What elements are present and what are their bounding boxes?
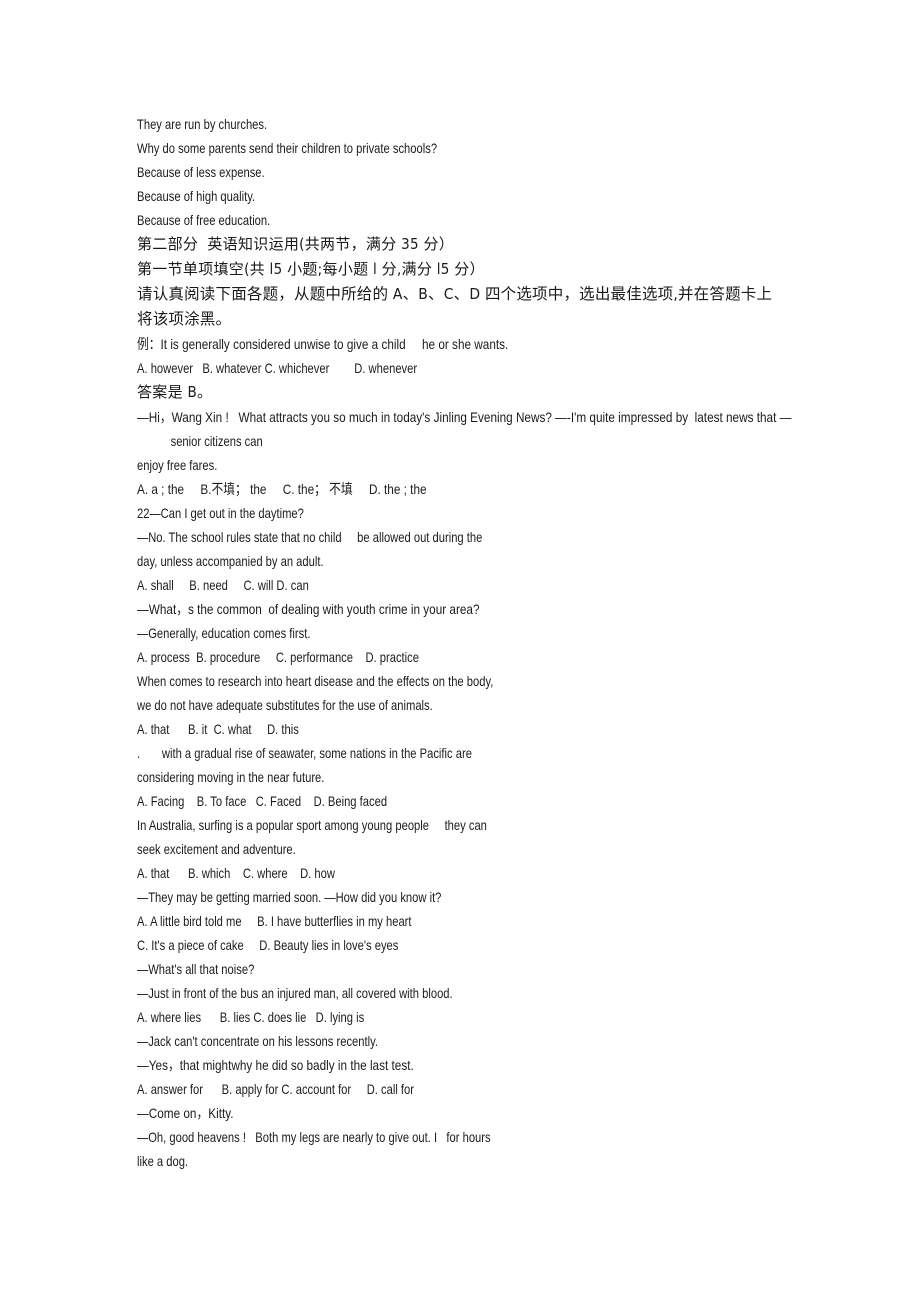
document-line: like a dog.: [137, 1153, 189, 1169]
document-line: A. that B. it C. what D. this: [137, 721, 299, 737]
document-line: —No. The school rules state that no chil…: [137, 529, 483, 545]
document-line: A. A little bird told me B. I have butte…: [137, 913, 412, 929]
document-line: In Australia, surfing is a popular sport…: [137, 817, 487, 833]
document-line: —Hi，Wang Xin ! What attracts you so much…: [137, 409, 792, 425]
document-line: 答案是 B。: [137, 383, 213, 401]
document-line: A. a ; the B.不填； the C. the； 不填 D. the ;…: [137, 481, 427, 497]
document-line: Why do some parents send their children …: [137, 140, 438, 156]
document-line: —Yes，that mightwhy he did so badly in th…: [137, 1057, 414, 1073]
document-line: —They may be getting married soon. —How …: [137, 889, 442, 905]
document-line: A. however B. whatever C. whichever D. w…: [137, 360, 418, 376]
document-line: Because of free education.: [137, 212, 271, 228]
document-line: A. that B. which C. where D. how: [137, 865, 335, 881]
document-line: A. shall B. need C. will D. can: [137, 577, 309, 593]
document-line: enjoy free fares.: [137, 457, 218, 473]
document-line: C. It's a piece of cake D. Beauty lies i…: [137, 937, 399, 953]
document-line: day, unless accompanied by an adult.: [137, 553, 324, 569]
document-line: When comes to research into heart diseas…: [137, 673, 494, 689]
document-line: —Just in front of the bus an injured man…: [137, 985, 453, 1001]
document-line: 第二部分 英语知识运用(共两节，满分 35 分）: [137, 235, 455, 253]
document-text-body: They are run by churches. Why do some par…: [137, 112, 797, 1173]
document-line: A. where lies B. lies C. does lie D. lyi…: [137, 1009, 365, 1025]
document-line: —Generally, education comes first.: [137, 625, 311, 641]
document-line: 第一节单项填空(共 l5 小题;每小题 l 分,满分 l5 分）: [137, 260, 485, 278]
document-line: A. process B. procedure C. performance D…: [137, 649, 419, 665]
document-line: —What，s the common of dealing with youth…: [137, 601, 480, 617]
document-line: A. Facing B. To face C. Faced D. Being f…: [137, 793, 388, 809]
document-line: considering moving in the near future.: [137, 769, 325, 785]
document-line: —Oh, good heavens ! Both my legs are nea…: [137, 1129, 491, 1145]
document-line: 将该项涂黑。: [137, 310, 232, 328]
document-line: —Jack can't concentrate on his lessons r…: [137, 1033, 378, 1049]
document-line: They are run by churches.: [137, 116, 268, 132]
document-line: Because of high quality.: [137, 188, 256, 204]
document-page: They are run by churches. Why do some par…: [0, 0, 920, 1302]
document-line: Because of less expense.: [137, 164, 265, 180]
document-line: —What's all that noise?: [137, 961, 255, 977]
document-line: senior citizens can: [170, 433, 263, 449]
document-line: A. answer for B. apply for C. account fo…: [137, 1081, 414, 1097]
document-line: we do not have adequate substitutes for …: [137, 697, 433, 713]
document-line: —Come on，Kitty.: [137, 1105, 234, 1121]
document-line: seek excitement and adventure.: [137, 841, 296, 857]
document-line: 22—Can I get out in the daytime?: [137, 505, 304, 521]
document-line: . with a gradual rise of seawater, some …: [137, 745, 472, 761]
document-line: 请认真阅读下面各题，从题中所给的 A、B、C、D 四个选项中，选出最佳选项,并在…: [137, 285, 773, 303]
document-line: 例：It is generally considered unwise to g…: [137, 336, 509, 352]
